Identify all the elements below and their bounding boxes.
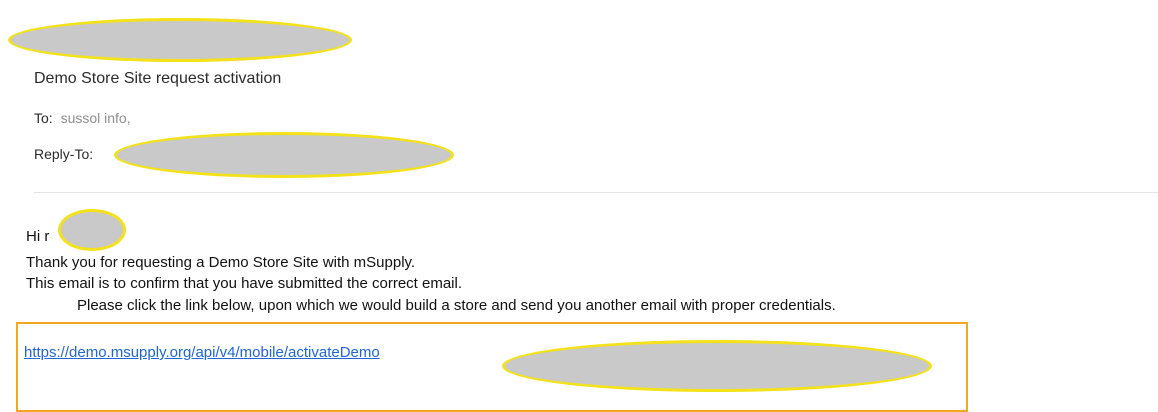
body-line-3: Please click the link below, upon which … [77, 297, 836, 314]
redacted-name [58, 209, 126, 251]
to-label: To: [34, 110, 53, 126]
reply-to-label: Reply-To: [34, 146, 94, 162]
header-divider [34, 192, 1158, 193]
greeting-text: Hi r [26, 228, 50, 245]
reply-to-row: Reply-To: [34, 146, 93, 162]
activation-link[interactable]: https://demo.msupply.org/api/v4/mobile/a… [24, 344, 380, 361]
to-recipient[interactable]: sussol info, [61, 110, 131, 126]
body-line-2: This email is to confirm that you have s… [26, 275, 463, 292]
to-row: To: sussol info, [34, 110, 131, 126]
body-line-1: Thank you for requesting a Demo Store Si… [26, 254, 416, 271]
redacted-reply-to [114, 132, 454, 178]
redacted-sender [8, 18, 352, 62]
redacted-link-token [502, 340, 932, 392]
email-subject: Demo Store Site request activation [34, 70, 282, 87]
